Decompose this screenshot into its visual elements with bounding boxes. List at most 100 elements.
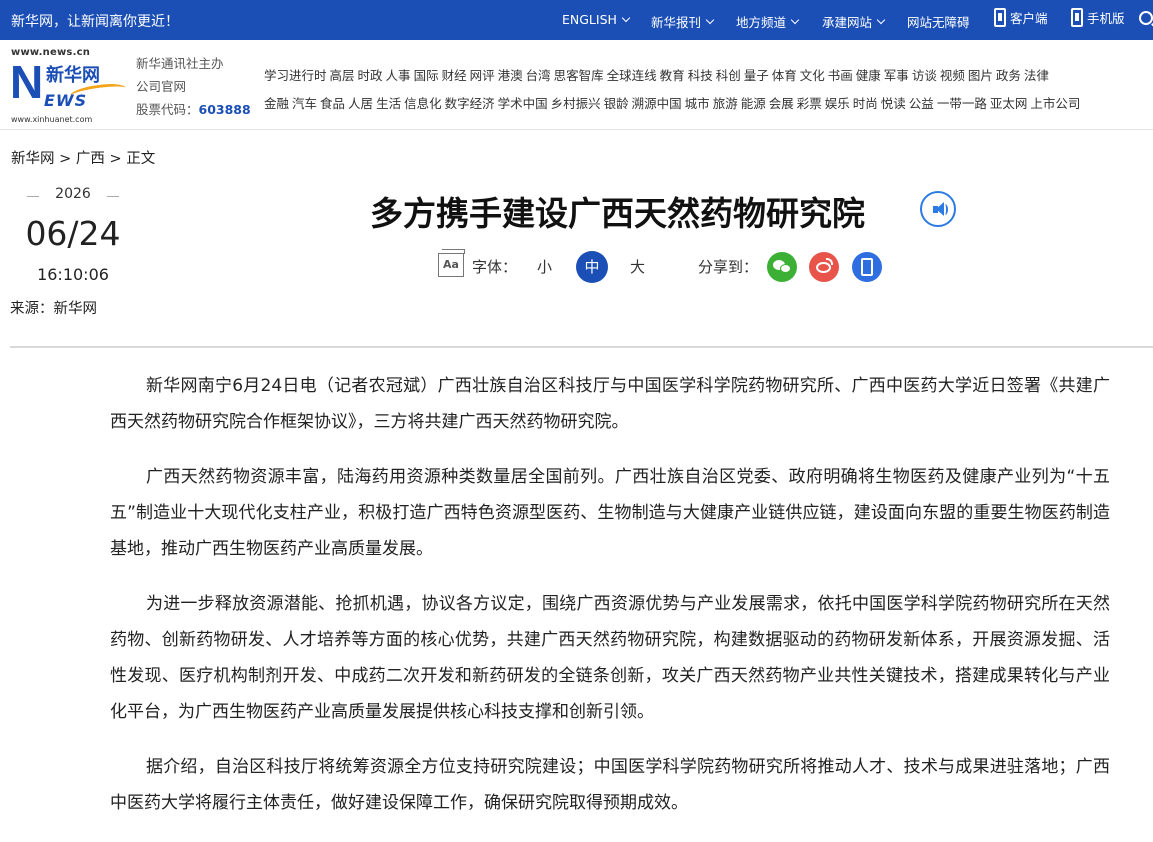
channel-link[interactable]: 会展 <box>769 90 794 118</box>
logo-url-bottom: www.xinhuanet.com <box>11 115 93 124</box>
channel-link[interactable]: 时政 <box>358 62 383 90</box>
channel-link[interactable]: 人事 <box>386 62 411 90</box>
channel-link[interactable]: 台湾 <box>526 62 551 90</box>
channel-link[interactable]: 政务 <box>996 62 1021 90</box>
nav-hosted-sites-label: 承建网站 <box>822 15 873 30</box>
channel-nav: 学习进行时 高层 时政 人事 国际 财经 网评 港澳 台湾 思客智库 全球连线 教育 科技 科创 量子 体育文… <box>264 62 1153 118</box>
channel-link[interactable]: 乡村振兴 <box>551 90 601 118</box>
channel-row-2: 金融 汽车 食品 人居 生活 信息化 数字经济 学术中国 乡村振兴 银龄 溯源中国 城市 旅游 能源 会展彩… <box>264 90 1153 118</box>
nav-english[interactable]: ENGLISH <box>562 12 631 27</box>
channel-link[interactable]: 视频 <box>940 62 965 90</box>
channel-row-1: 学习进行时 高层 时政 人事 国际 财经 网评 港澳 台湾 思客智库 全球连线 教育 科技 科创 量子 体育文… <box>264 62 1153 90</box>
weibo-share-icon[interactable] <box>809 252 839 282</box>
channel-link[interactable]: 上市公司 <box>1030 90 1080 118</box>
site-header: www.news.cn N 新华网 EWS www.xinhuanet.com … <box>0 40 1153 130</box>
channel-link[interactable]: 体育 <box>772 62 797 90</box>
speaker-icon[interactable] <box>920 191 956 227</box>
nav-newspapers-label: 新华报刊 <box>651 15 702 30</box>
chevron-down-icon <box>705 15 715 24</box>
channel-link[interactable]: 全球连线 <box>607 62 657 90</box>
stock-info: 股票代码：603888 <box>136 98 251 121</box>
breadcrumb-separator: > <box>109 151 122 167</box>
channel-link[interactable]: 一带一路 <box>937 90 987 118</box>
weibo-wave <box>826 258 833 265</box>
channel-link[interactable]: 旅游 <box>713 90 738 118</box>
channel-link[interactable]: 公益 <box>909 90 934 118</box>
channel-link[interactable]: 人居 <box>348 90 373 118</box>
channel-link[interactable]: 生活 <box>376 90 401 118</box>
font-size-large-button[interactable]: 大 <box>630 256 645 277</box>
channel-link[interactable]: 教育 <box>660 62 685 90</box>
font-size-medium-button[interactable]: 中 <box>576 251 608 283</box>
publish-time: 16:10:06 <box>37 265 109 284</box>
nav-english-label: ENGLISH <box>562 12 617 27</box>
nav-client-app-label: 客户端 <box>1010 11 1048 26</box>
channel-link[interactable]: 访谈 <box>912 62 937 90</box>
channel-link[interactable]: 数字经济 <box>445 90 495 118</box>
channel-link[interactable]: 思客智库 <box>554 62 604 90</box>
phone-icon <box>1071 8 1083 27</box>
channel-link[interactable]: 书画 <box>828 62 853 90</box>
channel-link[interactable]: 银龄 <box>604 90 629 118</box>
article-paragraph: 新华网南宁6月24日电（记者农冠斌）广西壮族自治区科技厅与中国医学科学院药物研究… <box>110 376 1110 432</box>
channel-link[interactable]: 时尚 <box>853 90 878 118</box>
channel-link[interactable]: 港澳 <box>498 62 523 90</box>
channel-link[interactable]: 网评 <box>470 62 495 90</box>
mobile-share-icon[interactable] <box>852 252 882 282</box>
publish-date: 06/24 <box>25 214 121 253</box>
logo-letters-ews: EWS <box>44 91 88 110</box>
channel-link[interactable]: 彩票 <box>797 90 822 118</box>
channel-link[interactable]: 娱乐 <box>825 90 850 118</box>
channel-link[interactable]: 法律 <box>1024 62 1049 90</box>
channel-link[interactable]: 军事 <box>884 62 909 90</box>
logo-name: 新华网 <box>46 65 100 86</box>
channel-link[interactable]: 量子 <box>744 62 769 90</box>
channel-link[interactable]: 溯源中国 <box>632 90 682 118</box>
channel-link[interactable]: 科技 <box>688 62 713 90</box>
mobile-share-phone <box>861 258 873 276</box>
nav-mobile[interactable]: 手机版 <box>1071 8 1125 27</box>
top-bar: 新华网，让新闻离你更近！ ENGLISH 新华报刊 地方频道 承建网站 网站无障… <box>0 0 1153 40</box>
breadcrumb-section[interactable]: 广西 <box>76 151 105 167</box>
font-size-small-button[interactable]: 小 <box>537 256 552 277</box>
nav-accessibility[interactable]: 网站无障碍 <box>907 12 970 31</box>
breadcrumb-separator: > <box>59 151 72 167</box>
speaker-wave <box>942 204 948 215</box>
chevron-down-icon <box>876 15 886 24</box>
channel-link[interactable]: 国际 <box>414 62 439 90</box>
nav-local-channels[interactable]: 地方频道 <box>736 12 800 31</box>
channel-link[interactable]: 信息化 <box>404 90 442 118</box>
channel-link[interactable]: 金融 <box>264 90 289 118</box>
font-size-icon: Aa <box>438 249 465 277</box>
channel-link[interactable]: 图片 <box>968 62 993 90</box>
channel-link[interactable]: 汽车 <box>292 90 317 118</box>
channel-link[interactable]: 悦读 <box>881 90 906 118</box>
nav-accessibility-label: 网站无障碍 <box>907 15 970 30</box>
nav-hosted-sites[interactable]: 承建网站 <box>822 12 886 31</box>
search-icon[interactable] <box>1139 11 1153 25</box>
channel-link[interactable]: 文化 <box>800 62 825 90</box>
channel-link[interactable]: 高层 <box>330 62 355 90</box>
channel-link[interactable]: 学术中国 <box>498 90 548 118</box>
channel-link[interactable]: 食品 <box>320 90 345 118</box>
org-info: 新华通讯社主办 公司官网 股票代码：603888 <box>136 52 251 121</box>
site-logo[interactable]: www.news.cn N 新华网 EWS www.xinhuanet.com <box>10 47 128 124</box>
share-label: 分享到： <box>698 258 759 276</box>
channel-link[interactable]: 学习进行时 <box>264 62 327 90</box>
channel-link[interactable]: 健康 <box>856 62 881 90</box>
stock-code[interactable]: 603888 <box>199 102 251 117</box>
channel-link[interactable]: 能源 <box>741 90 766 118</box>
channel-link[interactable]: 科创 <box>716 62 741 90</box>
article-source: 来源：新华网 <box>10 301 97 317</box>
nav-mobile-label: 手机版 <box>1087 11 1125 26</box>
channel-link[interactable]: 亚太网 <box>990 90 1028 118</box>
org-line1: 新华通讯社主办 <box>136 56 224 71</box>
channel-link[interactable]: 城市 <box>685 90 710 118</box>
wechat-share-icon[interactable] <box>767 252 797 282</box>
article-body: 新华网南宁6月24日电（记者农冠斌）广西壮族自治区科技厅与中国医学科学院药物研究… <box>110 368 1110 840</box>
breadcrumb-home[interactable]: 新华网 <box>11 151 55 167</box>
breadcrumb: 新华网 > 广西 > 正文 <box>11 147 155 168</box>
nav-client-app[interactable]: 客户端 <box>994 8 1048 27</box>
channel-link[interactable]: 财经 <box>442 62 467 90</box>
nav-newspapers[interactable]: 新华报刊 <box>651 12 715 31</box>
